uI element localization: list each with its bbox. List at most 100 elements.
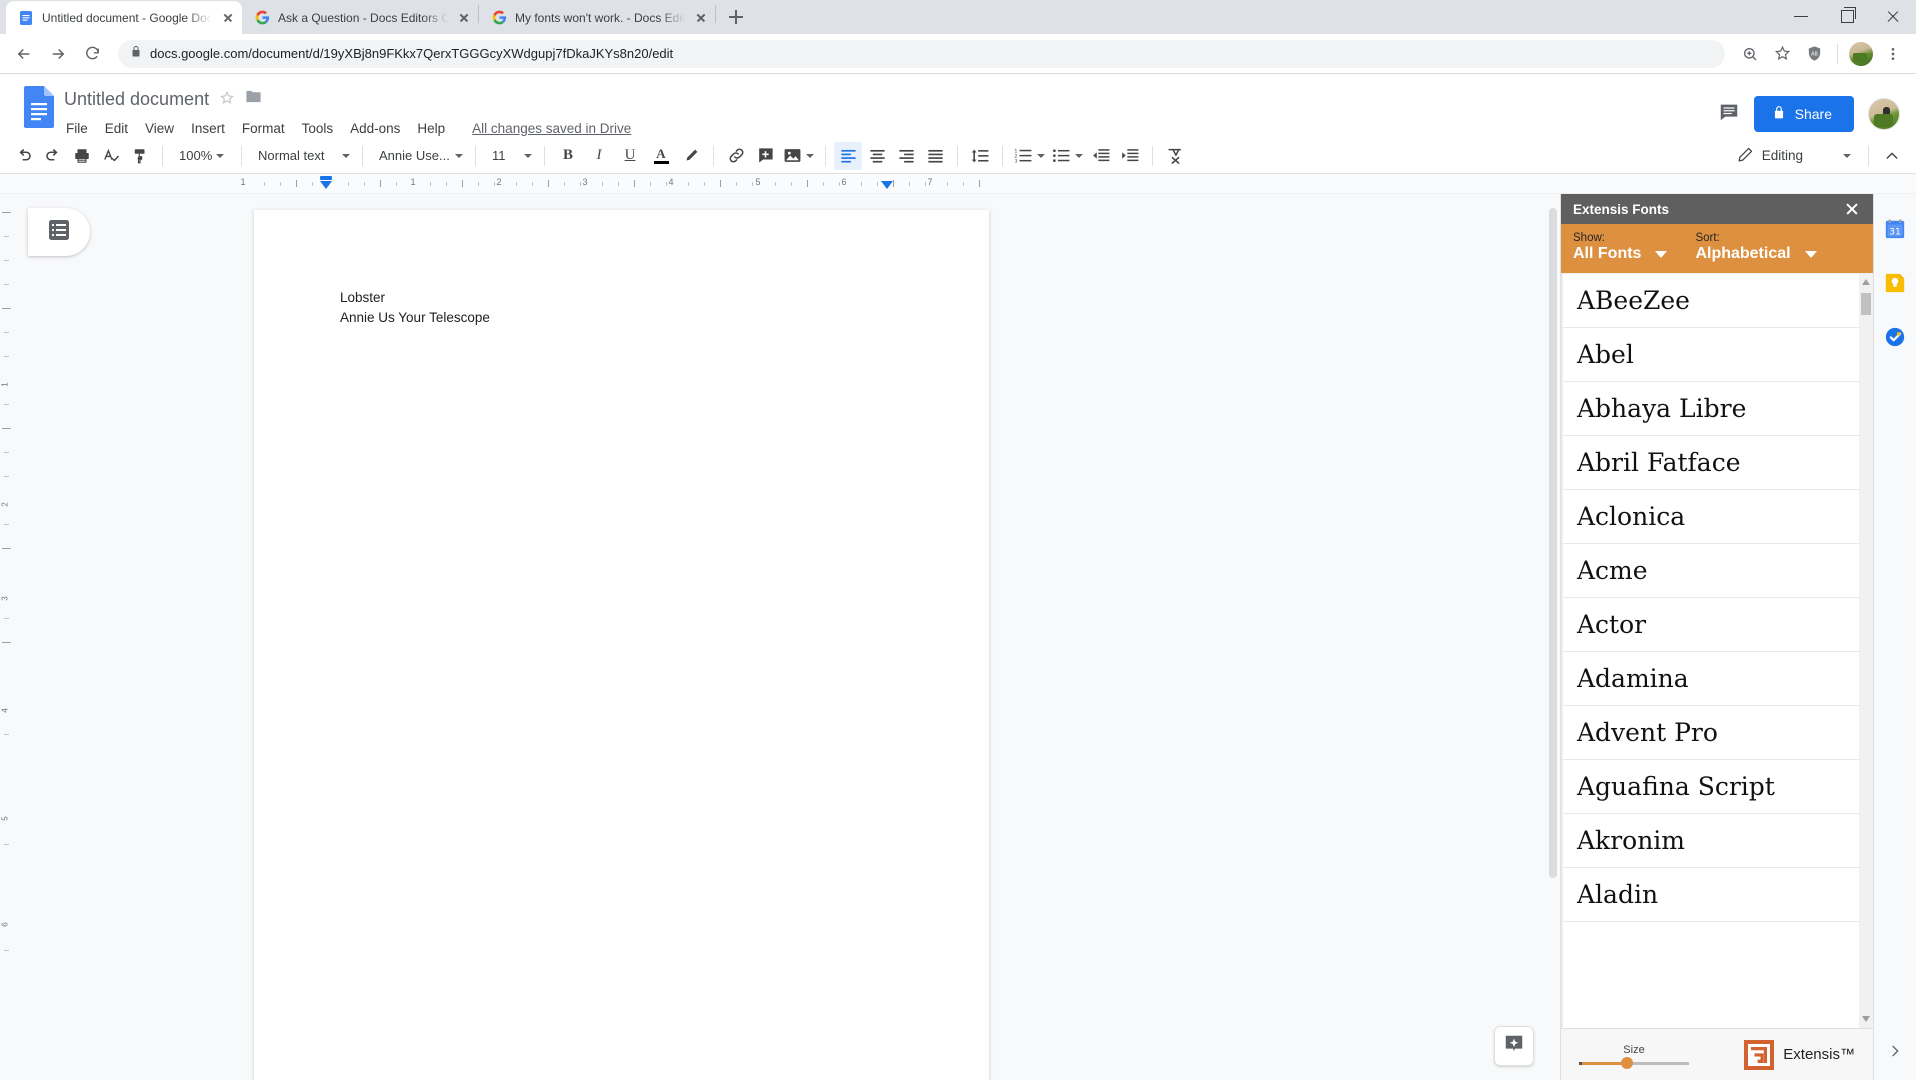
align-center-icon[interactable] bbox=[863, 142, 891, 170]
document-scrollbar[interactable] bbox=[1546, 194, 1560, 1080]
insert-image-icon[interactable] bbox=[780, 142, 817, 170]
google-calendar-icon[interactable]: 31 bbox=[1884, 218, 1906, 240]
document-page[interactable]: Lobster Annie Us Your Telescope bbox=[254, 210, 989, 1080]
back-arrow-icon[interactable] bbox=[8, 38, 40, 70]
list-item[interactable]: Abel bbox=[1563, 328, 1859, 382]
google-keep-icon[interactable] bbox=[1884, 272, 1906, 294]
reload-icon[interactable] bbox=[76, 38, 108, 70]
align-left-icon[interactable] bbox=[834, 142, 862, 170]
scroll-up-icon[interactable] bbox=[1862, 279, 1870, 285]
align-justify-icon[interactable] bbox=[921, 142, 949, 170]
undo-icon[interactable] bbox=[10, 142, 38, 170]
list-item[interactable]: Abril Fatface bbox=[1563, 436, 1859, 490]
menu-item-format[interactable]: Format bbox=[240, 120, 287, 137]
browser-tab-3[interactable]: My fonts won't work. - Docs Edit bbox=[479, 1, 715, 34]
close-icon[interactable] bbox=[1870, 0, 1916, 32]
document-outline-button[interactable] bbox=[28, 208, 90, 256]
ruler-track[interactable]: 1 1 2 3 4 bbox=[240, 174, 1230, 194]
address-bar[interactable]: docs.google.com/document/d/19yXBj8n9FKkx… bbox=[118, 40, 1725, 68]
page-title[interactable]: Untitled document bbox=[64, 89, 209, 110]
bulleted-list-icon[interactable] bbox=[1049, 142, 1086, 170]
show-dropdown[interactable]: All Fonts bbox=[1573, 245, 1667, 263]
google-docs-icon[interactable] bbox=[18, 86, 58, 138]
share-button[interactable]: Share bbox=[1754, 96, 1854, 132]
list-item[interactable]: Abhaya Libre bbox=[1563, 382, 1859, 436]
bold-button[interactable]: B bbox=[553, 142, 583, 170]
numbered-list-icon[interactable]: 123 bbox=[1011, 142, 1048, 170]
align-right-icon[interactable] bbox=[892, 142, 920, 170]
new-tab-button[interactable] bbox=[722, 3, 750, 31]
slider-knob[interactable] bbox=[1621, 1057, 1633, 1069]
clear-formatting-icon[interactable] bbox=[1161, 142, 1189, 170]
forward-arrow-icon[interactable] bbox=[42, 38, 74, 70]
chrome-menu-icon[interactable] bbox=[1878, 39, 1908, 69]
editing-mode-button[interactable]: Editing bbox=[1729, 142, 1859, 170]
spellcheck-icon[interactable] bbox=[97, 142, 125, 170]
sort-dropdown[interactable]: Alphabetical bbox=[1695, 245, 1816, 263]
shield-extension-icon[interactable]: AB bbox=[1799, 39, 1829, 69]
save-status[interactable]: All changes saved in Drive bbox=[472, 121, 631, 136]
document-body-text[interactable]: Lobster Annie Us Your Telescope bbox=[340, 288, 490, 329]
print-icon[interactable] bbox=[68, 142, 96, 170]
move-to-folder-icon[interactable] bbox=[245, 89, 262, 109]
left-indent-marker[interactable] bbox=[320, 181, 332, 189]
menu-item-view[interactable]: View bbox=[143, 120, 176, 137]
add-comment-icon[interactable] bbox=[751, 142, 779, 170]
list-item[interactable]: Advent Pro bbox=[1563, 706, 1859, 760]
close-icon[interactable] bbox=[456, 10, 472, 26]
browser-tab-2[interactable]: Ask a Question - Docs Editors Co bbox=[242, 1, 478, 34]
menu-item-edit[interactable]: Edit bbox=[103, 120, 130, 137]
google-tasks-icon[interactable] bbox=[1884, 326, 1906, 348]
vertical-ruler[interactable]: 1 2 3 4 5 6 bbox=[0, 194, 14, 1080]
font-family-dropdown[interactable]: Annie Use... bbox=[371, 142, 467, 170]
profile-avatar[interactable] bbox=[1846, 39, 1876, 69]
scrollbar-thumb[interactable] bbox=[1549, 208, 1557, 878]
increase-indent-icon[interactable] bbox=[1116, 142, 1144, 170]
extensis-brand[interactable]: Extensis™ bbox=[1744, 1040, 1855, 1070]
list-item[interactable]: Aguafina Script bbox=[1563, 760, 1859, 814]
size-slider[interactable] bbox=[1579, 1061, 1689, 1065]
text-color-button[interactable]: A bbox=[646, 142, 676, 170]
font-list[interactable]: ABeeZee Abel Abhaya Libre Abril Fatface … bbox=[1561, 273, 1873, 1028]
menu-item-add-ons[interactable]: Add-ons bbox=[348, 120, 402, 137]
list-item[interactable]: Actor bbox=[1563, 598, 1859, 652]
close-icon[interactable] bbox=[1843, 200, 1861, 218]
zoom-level-dropdown[interactable]: 100% bbox=[171, 142, 233, 170]
paint-format-icon[interactable] bbox=[126, 142, 154, 170]
explore-button[interactable] bbox=[1494, 1026, 1534, 1066]
underline-button[interactable]: U bbox=[615, 142, 645, 170]
menu-item-file[interactable]: File bbox=[64, 120, 90, 137]
minimize-icon[interactable] bbox=[1778, 0, 1824, 32]
font-size-dropdown[interactable]: 11 bbox=[484, 142, 536, 170]
insert-link-icon[interactable] bbox=[722, 142, 750, 170]
font-list-scrollbar[interactable] bbox=[1859, 273, 1873, 1028]
chevron-up-icon[interactable] bbox=[1878, 142, 1906, 170]
list-item[interactable]: Akronim bbox=[1563, 814, 1859, 868]
maximize-icon[interactable] bbox=[1824, 0, 1870, 32]
menu-item-insert[interactable]: Insert bbox=[189, 120, 227, 137]
comment-history-icon[interactable] bbox=[1718, 101, 1740, 128]
redo-icon[interactable] bbox=[39, 142, 67, 170]
highlight-pen-icon[interactable] bbox=[677, 142, 705, 170]
browser-tab-1[interactable]: Untitled document - Google Doc bbox=[6, 1, 242, 34]
line-spacing-icon[interactable] bbox=[966, 142, 994, 170]
first-line-indent-marker[interactable] bbox=[320, 176, 332, 180]
zoom-icon[interactable] bbox=[1735, 39, 1765, 69]
star-icon[interactable] bbox=[219, 90, 235, 109]
paragraph-style-dropdown[interactable]: Normal text bbox=[250, 142, 354, 170]
bookmark-star-icon[interactable] bbox=[1767, 39, 1797, 69]
list-item[interactable]: ABeeZee bbox=[1563, 274, 1859, 328]
right-indent-marker[interactable] bbox=[881, 181, 893, 189]
expand-rail-icon[interactable] bbox=[1887, 1043, 1903, 1064]
scroll-down-icon[interactable] bbox=[1862, 1016, 1870, 1022]
italic-button[interactable]: I bbox=[584, 142, 614, 170]
list-item[interactable]: Aclonica bbox=[1563, 490, 1859, 544]
close-icon[interactable] bbox=[693, 10, 709, 26]
menu-item-help[interactable]: Help bbox=[415, 120, 447, 137]
list-item[interactable]: Adamina bbox=[1563, 652, 1859, 706]
horizontal-ruler[interactable]: 1 1 2 3 4 bbox=[0, 174, 1916, 194]
decrease-indent-icon[interactable] bbox=[1087, 142, 1115, 170]
scrollbar-thumb[interactable] bbox=[1861, 293, 1871, 315]
menu-item-tools[interactable]: Tools bbox=[300, 120, 336, 137]
close-icon[interactable] bbox=[220, 10, 236, 26]
